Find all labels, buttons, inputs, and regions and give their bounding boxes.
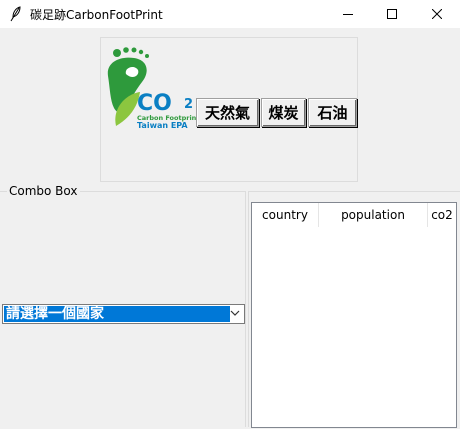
feather-icon [10,6,21,22]
chevron-down-icon[interactable] [230,309,240,317]
column-header-country[interactable]: country [252,203,319,227]
combo-groupbox-label: Combo Box [7,184,80,198]
close-button[interactable] [414,0,460,28]
natural-gas-button[interactable]: 天然氣 [196,98,259,127]
logo-line2: Taiwan EPA [137,121,188,130]
column-header-co2[interactable]: co2 [428,203,456,227]
combo-selected-value: 請選擇一個國家 [4,306,230,322]
title-bar: 碳足跡CarbonFootPrint [0,0,460,28]
maximize-button[interactable] [369,0,415,28]
logo-subscript: 2 [184,97,193,112]
column-header-population[interactable]: population [319,203,428,227]
logo-co-text: CO [137,91,172,116]
coal-button[interactable]: 煤炭 [261,98,306,127]
minimize-icon [343,14,353,15]
oil-button[interactable]: 石油 [308,98,357,127]
carbon-footprint-logo: CO 2 Carbon Footprint Taiwan EPA [107,47,196,130]
country-combobox[interactable]: 請選擇一個國家 [2,304,245,324]
maximize-icon [387,9,397,19]
minimize-button[interactable] [325,0,371,28]
window-title: 碳足跡CarbonFootPrint [30,8,163,22]
data-table[interactable]: country population co2 [251,202,457,428]
close-icon [432,9,442,19]
